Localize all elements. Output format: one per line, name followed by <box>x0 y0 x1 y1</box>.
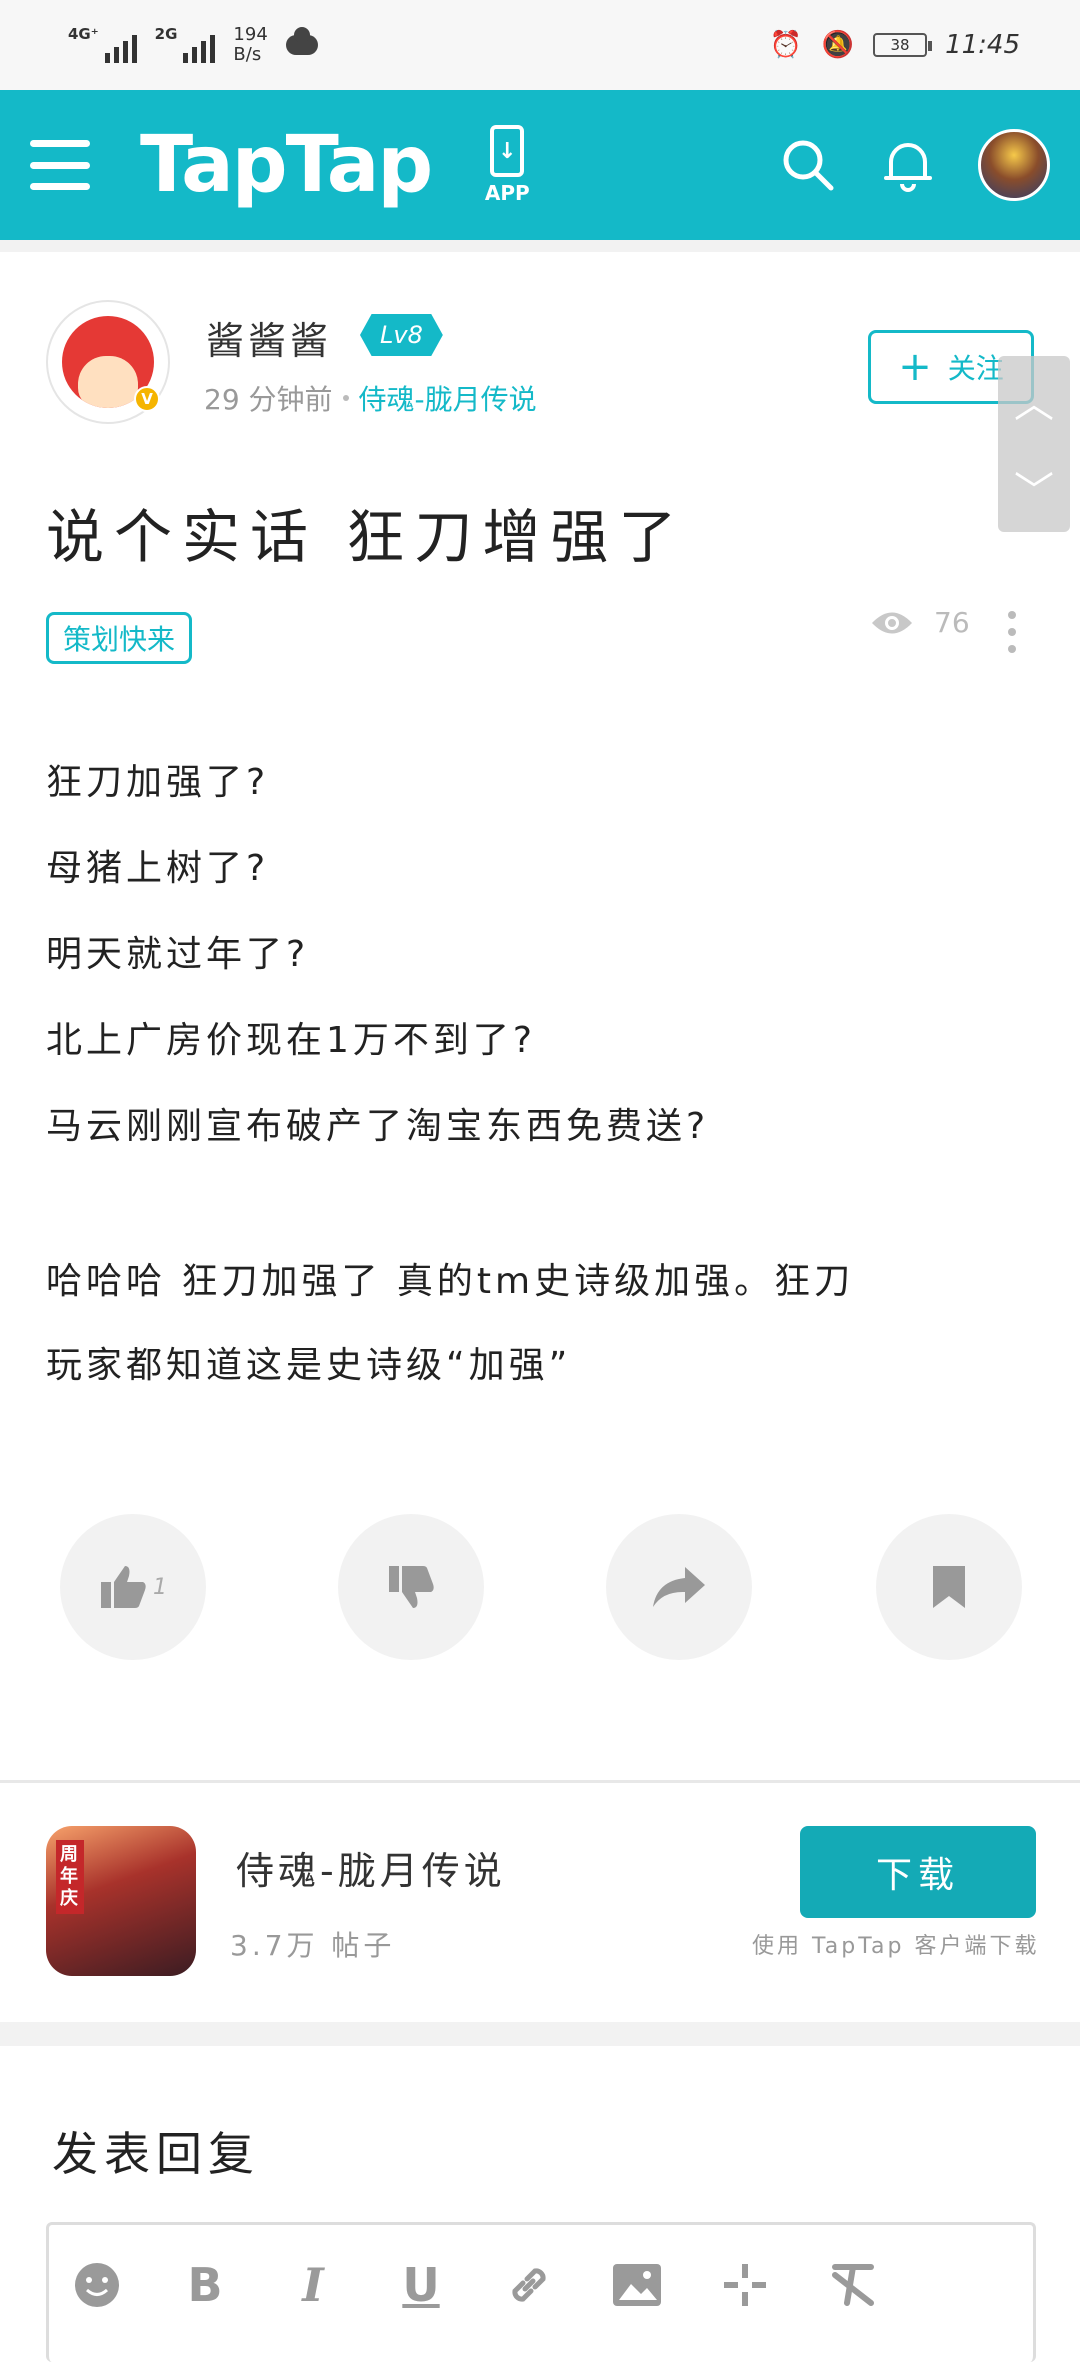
network-speed: 194 B/s <box>233 25 267 65</box>
taptap-logo[interactable]: TapTap <box>140 120 433 210</box>
download-button[interactable]: 下载 <box>800 1826 1036 1918</box>
network-type-1: 4G⁺ <box>68 25 99 43</box>
verified-badge-icon: V <box>134 386 160 412</box>
scroll-down-icon[interactable]: ﹀ <box>1014 459 1054 517</box>
anniversary-badge: 周年庆 <box>56 1840 84 1914</box>
link-icon[interactable] <box>499 2255 559 2315</box>
battery-icon: 38 <box>873 33 933 57</box>
post-meta: 29 分钟前 侍魂-胧月传说 <box>204 378 537 418</box>
game-post-count: 3.7万 帖子 <box>230 1929 396 1962</box>
body-line: 明天就过年了? <box>46 934 310 975</box>
section-gap <box>0 240 1080 252</box>
post-actions: 1 <box>0 1514 1080 1660</box>
plus-icon: + <box>898 344 932 390</box>
mute-bell-icon: 🔕 <box>821 30 855 60</box>
body-line: 北上广房价现在1万不到了? <box>46 1020 537 1061</box>
divider <box>0 1780 1080 1783</box>
bookmark-icon <box>933 1566 965 1608</box>
game-link[interactable]: 侍魂-胧月传说 <box>359 378 537 418</box>
reply-editor[interactable]: B I U <box>46 2222 1036 2362</box>
post-title: 说个实话 狂刀增强了 <box>46 503 687 571</box>
app-download-button[interactable]: ↓ APP <box>484 125 530 205</box>
emoji-icon[interactable] <box>67 2255 127 2315</box>
page-scroller[interactable]: ︿ ﹀ <box>998 356 1070 532</box>
thumbs-up-icon <box>101 1566 146 1608</box>
signal-icon-2: 2G <box>155 27 216 63</box>
header-actions <box>778 129 1050 201</box>
editor-toolbar: B I U <box>49 2255 1033 2315</box>
body-line: 狂刀加强了? <box>46 762 270 803</box>
follow-label: 关注 <box>947 352 1004 385</box>
separator-dot <box>342 395 349 401</box>
bold-icon[interactable]: B <box>175 2255 235 2315</box>
cloud-icon <box>285 27 318 55</box>
menu-icon[interactable] <box>30 140 90 190</box>
like-count: 1 <box>153 1574 167 1600</box>
signal-icon: 4G⁺ <box>68 27 137 63</box>
image-icon[interactable] <box>607 2255 667 2315</box>
app-label: APP <box>484 181 530 205</box>
body-line: 哈哈哈 狂刀加强了 真的tm史诗级加强。狂刀 <box>46 1261 855 1302</box>
dislike-button[interactable] <box>338 1514 484 1660</box>
alarm-icon: ⏰ <box>769 30 803 60</box>
like-button[interactable]: 1 <box>60 1514 206 1660</box>
clock: 11:45 <box>945 30 1020 60</box>
scroll-up-icon[interactable]: ︿ <box>1014 371 1054 429</box>
more-options-icon[interactable] <box>1002 606 1022 658</box>
body-line: 母猪上树了? <box>46 848 270 889</box>
clear-format-icon[interactable] <box>823 2255 883 2315</box>
thumbs-down-icon <box>389 1566 434 1608</box>
underline-icon[interactable]: U <box>391 2255 451 2315</box>
author-name[interactable]: 酱酱酱 <box>206 310 332 365</box>
view-number: 76 <box>934 606 970 639</box>
share-button[interactable] <box>606 1514 752 1660</box>
post-body: 狂刀加强了? 母猪上树了? 明天就过年了? 北上广房价现在1万不到了? 马云刚刚… <box>46 740 1036 1408</box>
section-gap <box>0 2022 1080 2046</box>
game-icon[interactable]: 周年庆 <box>46 1826 196 1976</box>
reply-title: 发表回复 <box>52 2127 260 2181</box>
game-name[interactable]: 侍魂-胧月传说 <box>236 1840 506 1895</box>
app-header: TapTap ↓ APP <box>0 90 1080 240</box>
eye-icon <box>872 612 912 633</box>
level-badge: Lv8 <box>360 314 443 356</box>
body-line: 马云刚刚宣布破产了淘宝东西免费送? <box>46 1106 710 1147</box>
body-line: 玩家都知道这是史诗级“加强” <box>46 1345 572 1386</box>
author-avatar[interactable]: V <box>46 300 170 424</box>
network-type-2: 2G <box>154 25 178 43</box>
speed-unit: B/s <box>233 44 262 65</box>
status-right: ⏰ 🔕 38 11:45 <box>769 28 1020 62</box>
user-avatar[interactable] <box>978 129 1050 201</box>
post-time: 29 分钟前 <box>204 383 333 416</box>
notification-bell-icon[interactable] <box>878 135 938 195</box>
share-icon <box>653 1567 705 1607</box>
search-icon[interactable] <box>778 135 838 195</box>
sparkle-icon[interactable] <box>715 2255 775 2315</box>
bookmark-button[interactable] <box>876 1514 1022 1660</box>
speed-value: 194 <box>233 24 268 45</box>
phone-download-icon: ↓ <box>490 125 525 177</box>
post-tag[interactable]: 策划快来 <box>46 612 193 664</box>
italic-icon[interactable]: I <box>283 2255 343 2315</box>
status-left: 4G⁺ 2G 194 B/s <box>68 25 318 65</box>
status-bar: 4G⁺ 2G 194 B/s ⏰ 🔕 38 11:45 <box>0 0 1080 90</box>
battery-level: 38 <box>890 36 910 54</box>
download-hint: 使用 TapTap 客户端下载 <box>752 1934 1040 1959</box>
view-count: 76 <box>870 606 970 639</box>
